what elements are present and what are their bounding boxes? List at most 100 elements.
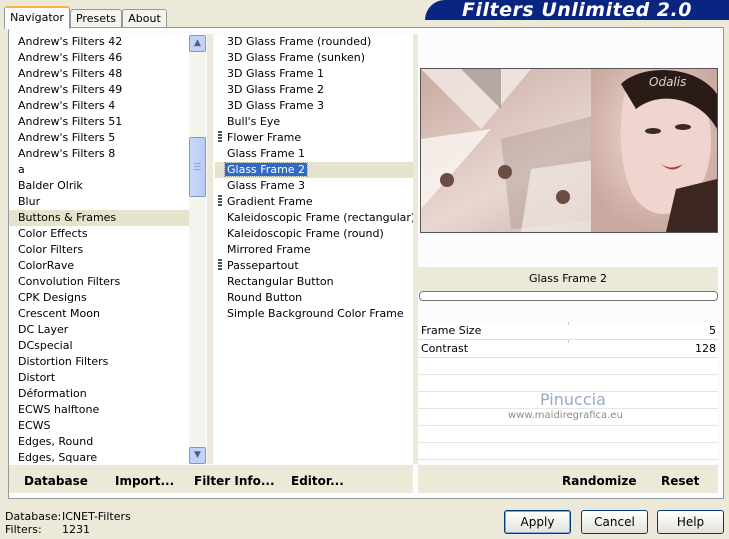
filter-item[interactable]: Rectangular Button [215, 274, 413, 290]
filter-item[interactable]: 3D Glass Frame 3 [215, 98, 413, 114]
category-item[interactable]: Andrew's Filters 48 [9, 66, 189, 82]
category-item[interactable]: Buttons & Frames [9, 210, 189, 226]
category-item[interactable]: Andrew's Filters 51 [9, 114, 189, 130]
category-item[interactable]: ECWS halftone [9, 402, 189, 418]
database-button[interactable]: Database [24, 474, 88, 488]
filter-item[interactable]: 3D Glass Frame (rounded) [215, 34, 413, 50]
category-item[interactable]: Balder Olrik [9, 178, 189, 194]
category-item[interactable]: DC Layer [9, 322, 189, 338]
filter-item[interactable]: Simple Background Color Frame [215, 306, 413, 322]
filter-item[interactable]: Glass Frame 1 [215, 146, 413, 162]
category-item[interactable]: Andrew's Filters 5 [9, 130, 189, 146]
app-banner: Filters Unlimited 2.0 [425, 0, 729, 20]
category-item[interactable]: Andrew's Filters 49 [9, 82, 189, 98]
filter-item-label: 3D Glass Frame (sunken) [227, 51, 365, 64]
help-button[interactable]: Help [657, 510, 724, 534]
category-item[interactable]: Blur [9, 194, 189, 210]
filter-item-label: Glass Frame 2 [223, 162, 309, 177]
filter-item-label: 3D Glass Frame 2 [227, 83, 325, 96]
category-item[interactable]: Color Effects [9, 226, 189, 242]
list-divider [207, 34, 213, 464]
category-item[interactable]: DCspecial [9, 338, 189, 354]
filter-item-label: Kaleidoscopic Frame (rectangular) [227, 211, 413, 224]
filter-name-display: Glass Frame 2 [418, 267, 718, 291]
filter-item-label: Simple Background Color Frame [227, 307, 404, 320]
database-value: ICNET-Filters [62, 510, 131, 523]
param-label: Contrast [421, 342, 469, 355]
category-item[interactable]: CPK Designs [9, 290, 189, 306]
category-item[interactable]: Edges, Round [9, 434, 189, 450]
filter-list[interactable]: 3D Glass Frame (rounded) 3D Glass Frame (… [215, 34, 413, 464]
filter-item[interactable]: Passepartout [215, 258, 413, 274]
filter-item[interactable]: Flower Frame [215, 130, 413, 146]
import-button[interactable]: Import... [115, 474, 174, 488]
filter-item[interactable]: Glass Frame 2 [215, 162, 413, 178]
filter-item[interactable]: 3D Glass Frame (sunken) [215, 50, 413, 66]
category-item[interactable]: Edges, Square [9, 450, 189, 464]
scroll-thumb[interactable] [189, 137, 206, 197]
randomize-button[interactable]: Randomize [562, 474, 636, 488]
filter-item-label: Mirrored Frame [227, 243, 311, 256]
filter-item[interactable]: Bull's Eye [215, 114, 413, 130]
scroll-up-button[interactable]: ▲ [189, 35, 206, 52]
category-item[interactable]: Convolution Filters [9, 274, 189, 290]
filter-item-label: Bull's Eye [227, 115, 281, 128]
group-marker-icon [218, 131, 222, 142]
progress-bar [419, 291, 718, 301]
filter-item[interactable]: Glass Frame 3 [215, 178, 413, 194]
watermark-url: www.maidiregrafica.eu [508, 410, 623, 421]
category-item[interactable]: Distort [9, 370, 189, 386]
category-item[interactable]: Andrew's Filters 46 [9, 50, 189, 66]
tab-presets[interactable]: Presets [70, 9, 122, 28]
filter-item-label: Gradient Frame [227, 195, 313, 208]
filter-item-label: 3D Glass Frame (rounded) [227, 35, 372, 48]
category-item[interactable]: ColorRave [9, 258, 189, 274]
param-value: 5 [709, 324, 716, 337]
filter-item[interactable]: Gradient Frame [215, 194, 413, 210]
category-scrollbar[interactable]: ▲ ▼ [189, 35, 206, 464]
filter-info-button[interactable]: Filter Info... [194, 474, 275, 488]
filters-count-value: 1231 [62, 523, 90, 536]
filter-item-label: Rectangular Button [227, 275, 334, 288]
reset-button[interactable]: Reset [661, 474, 699, 488]
filter-item-label: Passepartout [227, 259, 299, 272]
database-label: Database: [5, 510, 62, 523]
apply-button[interactable]: Apply [504, 510, 571, 534]
param-value: 128 [695, 342, 716, 355]
param-slot-empty [418, 426, 718, 443]
filter-item[interactable]: 3D Glass Frame 2 [215, 82, 413, 98]
category-item[interactable]: Crescent Moon [9, 306, 189, 322]
preview-image: Odalis [420, 68, 718, 233]
category-item[interactable]: a [9, 162, 189, 178]
filter-item[interactable]: Kaleidoscopic Frame (rectangular) [215, 210, 413, 226]
filter-item-label: Glass Frame 3 [227, 179, 306, 192]
filter-item[interactable]: Mirrored Frame [215, 242, 413, 258]
param-slot-empty [418, 443, 718, 460]
category-item[interactable]: Andrew's Filters 4 [9, 98, 189, 114]
tab-navigator[interactable]: Navigator [4, 6, 70, 29]
param-row-contrast[interactable]: Contrast 128 [418, 340, 718, 358]
filter-item[interactable]: Kaleidoscopic Frame (round) [215, 226, 413, 242]
category-list[interactable]: Andrew's Filters 42 Andrew's Filters 46 An… [9, 34, 189, 464]
filter-item[interactable]: Round Button [215, 290, 413, 306]
category-item[interactable]: Andrew's Filters 42 [9, 34, 189, 50]
cancel-button[interactable]: Cancel [581, 510, 648, 534]
filter-item-label: Glass Frame 1 [227, 147, 306, 160]
preview-art [421, 69, 717, 232]
category-item[interactable]: Distortion Filters [9, 354, 189, 370]
category-item[interactable]: Déformation [9, 386, 189, 402]
param-row-frame-size[interactable]: Frame Size 5 [418, 322, 718, 340]
param-label: Frame Size [421, 324, 482, 337]
filter-item-label: Kaleidoscopic Frame (round) [227, 227, 384, 240]
category-item[interactable]: Andrew's Filters 8 [9, 146, 189, 162]
scroll-down-button[interactable]: ▼ [189, 447, 206, 464]
filter-item[interactable]: 3D Glass Frame 1 [215, 66, 413, 82]
category-item[interactable]: Color Filters [9, 242, 189, 258]
filter-item-label: Round Button [227, 291, 303, 304]
editor-button[interactable]: Editor... [291, 474, 344, 488]
category-item[interactable]: ECWS [9, 418, 189, 434]
tab-about[interactable]: About [122, 9, 167, 28]
preview-watermark-text: Odalis [649, 75, 687, 89]
watermark-title: Pinuccia [540, 390, 606, 409]
filter-item-label: 3D Glass Frame 1 [227, 67, 325, 80]
